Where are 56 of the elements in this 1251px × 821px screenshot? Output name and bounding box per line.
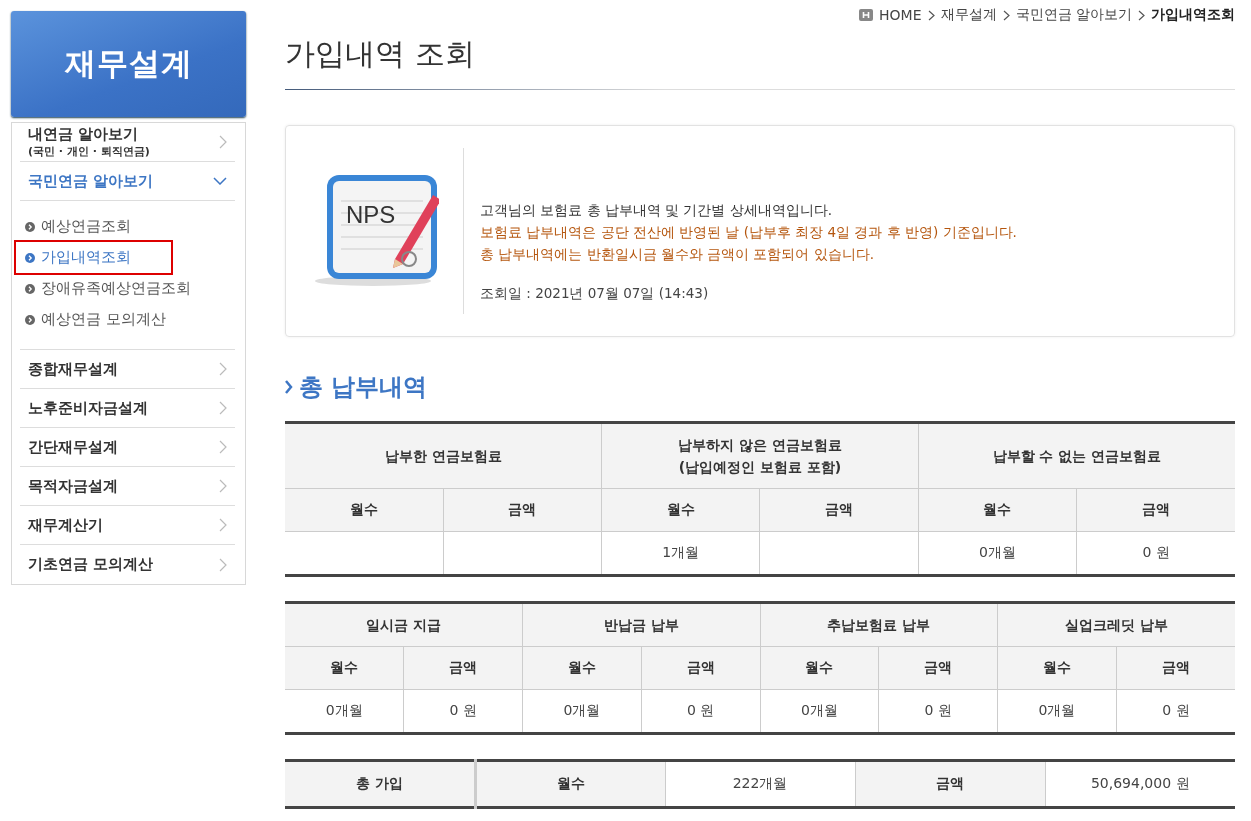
- column-group-header: 납부하지 않은 연금보험료 (납입예정인 보험료 포함): [601, 422, 919, 489]
- menu-label[interactable]: 내연금 알아보기: [28, 125, 150, 144]
- bullet-arrow-icon: [25, 314, 35, 325]
- chevron-right-icon: [285, 380, 293, 394]
- column-group-header: 일시금 지급: [285, 602, 523, 647]
- notice-text: 총 납부내역에는 반환일시금 월수와 금액이 포함되어 있습니다.: [480, 244, 876, 264]
- column-header: 월수: [997, 646, 1117, 690]
- submenu-item[interactable]: 예상연금 모의계산: [16, 304, 174, 335]
- section-title: 총 납부내역: [299, 372, 428, 403]
- breadcrumb-link[interactable]: 재무설계: [940, 6, 997, 24]
- column-header: 월수: [601, 488, 760, 532]
- column-header: 금액: [1116, 646, 1235, 690]
- chevron-right-icon: [1138, 9, 1145, 21]
- query-date: 조회일 : 2021년 07월 07일 (14:43): [480, 283, 710, 303]
- menu-sublabel: (국민 · 개인 · 퇴직연금): [28, 144, 150, 159]
- chevron-right-icon: [1002, 9, 1010, 21]
- submenu-item[interactable]: 예상연금조회: [16, 211, 139, 242]
- column-header: 금액: [403, 646, 523, 690]
- column-header: 금액: [1076, 488, 1235, 532]
- column-header: 월수: [760, 646, 879, 690]
- sidebar-item[interactable]: 기초연금 모의계산: [20, 545, 235, 584]
- row-header: 총 가입: [285, 760, 475, 808]
- chevron-right-icon: [927, 9, 935, 21]
- column-header: 금액: [760, 488, 919, 532]
- bullet-arrow-icon: [25, 221, 35, 232]
- column-header: 금액: [641, 646, 760, 690]
- column-header: 금액: [878, 646, 998, 690]
- breadcrumb-link[interactable]: 국민연금 알아보기: [1015, 6, 1132, 24]
- sidebar-item[interactable]: 재무계산기: [20, 506, 235, 545]
- column-group-header: 납부한 연금보험료: [285, 422, 602, 489]
- column-header: 월수: [285, 646, 404, 690]
- submenu-item[interactable]: 장애유족예상연금조회: [16, 273, 199, 304]
- column-header: 월수: [522, 646, 642, 690]
- sidebar-item[interactable]: 국민연금 알아보기: [20, 162, 235, 201]
- notice-text: 보험료 납부내역은 공단 전산에 반영된 날 (납부후 최장 4일 경과 후 반영) 기준입니다.: [480, 222, 1017, 242]
- home-icon: [859, 9, 874, 21]
- sidebar-item[interactable]: 종합재무설계: [20, 350, 235, 389]
- row-header: 금액: [855, 760, 1045, 808]
- column-header: 월수: [918, 488, 1077, 532]
- bullet-arrow-icon: [25, 252, 35, 263]
- column-group-header: 납부할 수 없는 연금보험료: [918, 422, 1235, 489]
- breadcrumb-link[interactable]: HOME: [879, 7, 922, 23]
- sidebar-item[interactable]: 노후준비자금설계: [20, 389, 235, 428]
- column-group-header: 추납보험료 납부: [760, 602, 998, 647]
- submenu-item[interactable]: 가입내역조회: [16, 242, 171, 273]
- info-text: 고객님의 보험료 총 납부내역 및 기간별 상세내역입니다.: [480, 200, 834, 220]
- sidebar-title: 재무설계: [11, 11, 246, 117]
- sidebar-item[interactable]: 간단재무설계: [20, 428, 235, 467]
- page-title: 가입내역 조회: [285, 34, 1235, 90]
- column-group-header: 실업크레딧 납부: [997, 602, 1235, 647]
- sidebar-item[interactable]: 목적자금설계: [20, 467, 235, 506]
- column-header: 월수: [285, 488, 444, 532]
- column-header: 금액: [443, 488, 602, 532]
- bullet-arrow-icon: [25, 283, 35, 294]
- column-group-header: 반납금 납부: [522, 602, 760, 647]
- row-header: 월수: [475, 760, 665, 808]
